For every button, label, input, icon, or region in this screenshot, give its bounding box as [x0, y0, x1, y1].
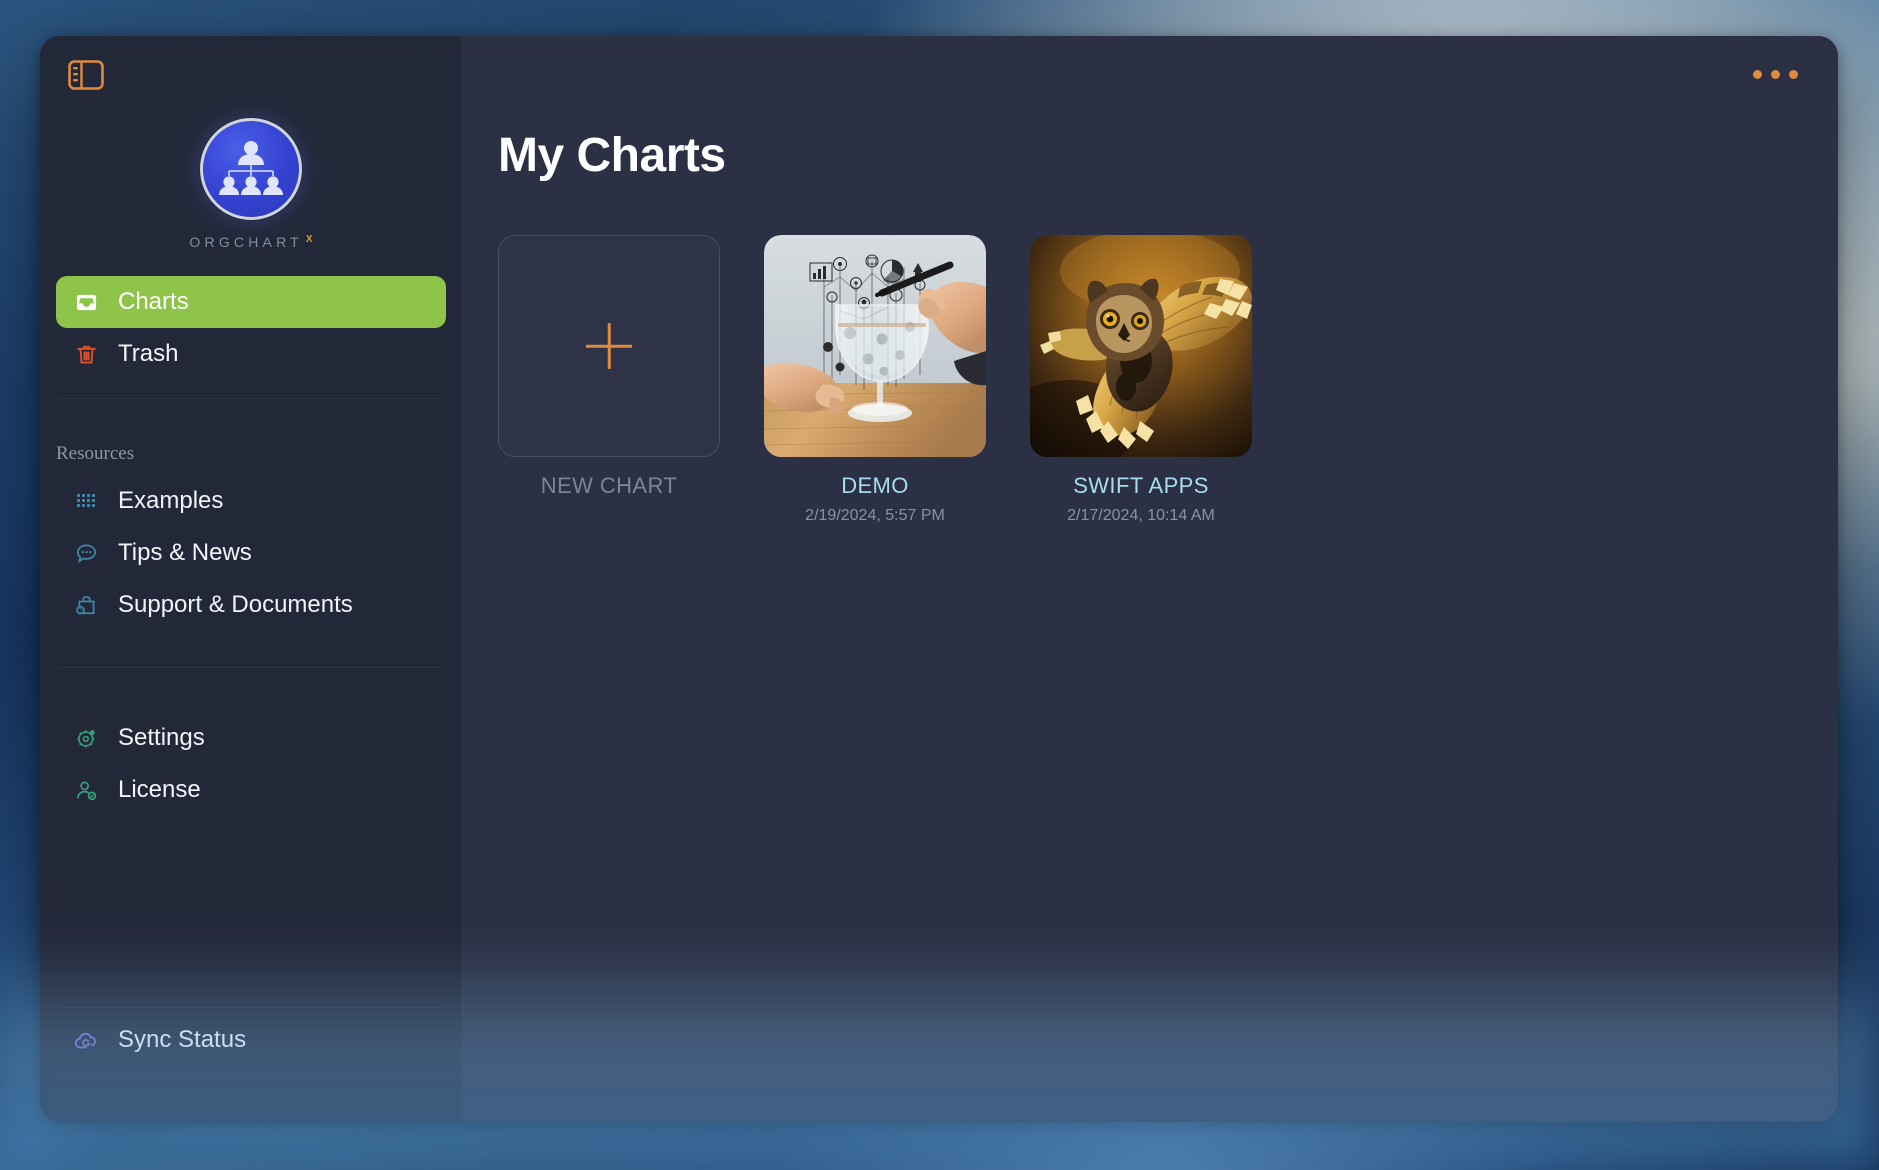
sidebar-item-label: License — [118, 776, 201, 803]
sidebar-item-label: Sync Status — [118, 1026, 247, 1053]
chat-bubble-icon — [72, 539, 100, 567]
ellipsis-icon[interactable] — [1747, 64, 1804, 85]
sidebar-item-label: Trash — [118, 340, 179, 367]
grid-dots-icon — [72, 487, 100, 515]
sidebar-footer-nav: Sync Status — [40, 1014, 462, 1066]
ellipsis-dot — [1753, 70, 1762, 79]
sidebar-item-license[interactable]: License — [56, 764, 446, 816]
briefcase-help-icon: ? — [72, 591, 100, 619]
brand-wordmark-superscript: X — [305, 234, 313, 245]
sidebar-divider — [58, 398, 444, 399]
desktop-background: ORGCHART X Charts Trash Resources Exampl… — [0, 0, 1879, 1170]
svg-text:?: ? — [78, 607, 81, 613]
chart-card-title: SWIFT APPS — [1073, 473, 1209, 498]
ellipsis-dot — [1771, 70, 1780, 79]
sidebar-item-settings[interactable]: Settings — [56, 712, 446, 764]
cloud-sync-icon — [72, 1026, 100, 1054]
chart-card-date: 2/19/2024, 5:57 PM — [805, 507, 945, 524]
brand-wordmark-text: ORGCHART — [189, 234, 303, 250]
sidebar-item-label: Examples — [118, 487, 224, 514]
chart-thumbnail-swift-apps[interactable] — [1030, 235, 1252, 457]
new-chart-thumbnail[interactable] — [498, 235, 720, 457]
ellipsis-dot — [1789, 70, 1798, 79]
trash-can-icon — [72, 340, 100, 368]
page-title: My Charts — [498, 129, 726, 182]
chart-card-date: 2/17/2024, 10:14 AM — [1067, 507, 1215, 524]
chart-card-title: NEW CHART — [540, 473, 678, 498]
sidebar-item-label: Support & Documents — [118, 591, 353, 618]
chart-card-title: DEMO — [841, 473, 909, 498]
sidebar-item-label: Tips & News — [118, 539, 252, 566]
sidebar-item-tips-and-news[interactable]: Tips & News — [56, 527, 446, 579]
sidebar-panel-icon[interactable] — [68, 60, 104, 90]
sidebar-item-label: Charts — [118, 288, 189, 315]
plus-icon — [586, 323, 632, 369]
sidebar-resources-nav: Examples Tips & News ? Support & Documen… — [40, 475, 462, 631]
sidebar-item-examples[interactable]: Examples — [56, 475, 446, 527]
chart-card-swift-apps[interactable]: SWIFT APPS 2/17/2024, 10:14 AM — [1030, 235, 1252, 525]
app-window: ORGCHART X Charts Trash Resources Exampl… — [40, 36, 1838, 1122]
user-check-icon — [72, 776, 100, 804]
inbox-tray-icon — [72, 288, 100, 316]
sidebar-item-sync-status[interactable]: Sync Status — [56, 1014, 446, 1066]
sidebar-item-trash[interactable]: Trash — [56, 328, 446, 380]
sidebar-divider — [58, 1007, 444, 1008]
sidebar-settings-nav: Settings License — [40, 712, 462, 816]
sidebar-item-support-and-documents[interactable]: ? Support & Documents — [56, 579, 446, 631]
brand-wordmark: ORGCHART X — [189, 234, 312, 250]
sidebar-group-title-resources: Resources — [56, 443, 135, 464]
sidebar-item-charts[interactable]: Charts — [56, 276, 446, 328]
sidebar-primary-nav: Charts Trash — [40, 276, 462, 380]
gear-icon — [72, 724, 100, 752]
chart-card-demo[interactable]: DEMO 2/19/2024, 5:57 PM — [764, 235, 986, 525]
sidebar: ORGCHART X Charts Trash Resources Exampl… — [40, 36, 462, 1122]
new-chart-card[interactable]: NEW CHART — [498, 235, 720, 499]
org-chart-logo-icon — [200, 118, 302, 220]
main-content: My Charts NEW CHART DEMO 2/19/2024, 5:57… — [462, 36, 1838, 1122]
chart-grid: NEW CHART DEMO 2/19/2024, 5:57 PM SWIFT … — [498, 235, 1838, 525]
brand: ORGCHART X — [40, 118, 462, 250]
chart-thumbnail-demo[interactable] — [764, 235, 986, 457]
sidebar-item-label: Settings — [118, 724, 205, 751]
sidebar-divider — [58, 667, 444, 668]
